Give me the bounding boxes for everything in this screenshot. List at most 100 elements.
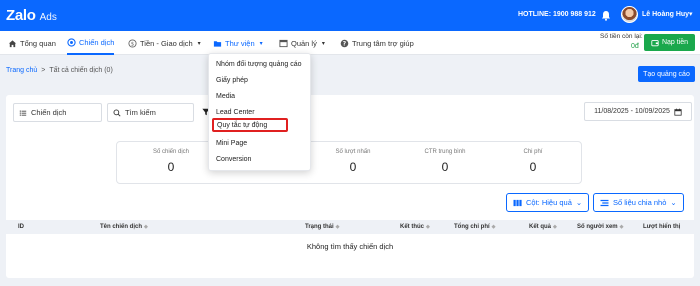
logo-sub-text: Ads bbox=[39, 12, 57, 23]
home-icon bbox=[8, 39, 17, 47]
empty-state-text: Không tìm thấy chiến dịch bbox=[306, 242, 394, 251]
column-header-status[interactable]: Trạng thái ◆ bbox=[305, 224, 340, 230]
manage-icon bbox=[279, 39, 288, 47]
breadcrumb-home[interactable]: Trang chủ bbox=[6, 67, 37, 74]
money-icon: $ bbox=[128, 38, 137, 47]
nav-item-campaigns[interactable]: Chiến dịch bbox=[67, 31, 115, 55]
date-range-picker[interactable]: 11/08/2025 - 10/09/2025 bbox=[584, 102, 692, 121]
header-label: Kết quả bbox=[529, 224, 552, 230]
menu-item-lead-center[interactable]: Lead Center bbox=[209, 105, 312, 119]
balance-label: Số tiền còn lại: bbox=[600, 33, 643, 40]
breadcrumb-separator: > bbox=[41, 67, 46, 74]
stat-label: Số lượt nhấn bbox=[335, 149, 371, 155]
header-label: Lượt hiển thị bbox=[643, 224, 681, 230]
stats-summary: Số chiến dịch 0 Số lượt nhấn 0 CTR trung… bbox=[116, 141, 582, 184]
chevron-down-icon: ⌄ bbox=[575, 198, 583, 207]
nav-item-label: Quản lý bbox=[291, 38, 317, 48]
header-label: Số người xem bbox=[577, 224, 618, 230]
nav-item-manage[interactable]: Quản lý ▾ bbox=[279, 31, 325, 55]
stat-value: 0 bbox=[349, 160, 357, 174]
sort-icon: ◆ bbox=[144, 224, 148, 230]
stat-ctr: CTR trung bình 0 bbox=[399, 142, 491, 174]
column-header-end[interactable]: Kết thúc ◆ bbox=[400, 224, 430, 230]
header-label: Trạng thái bbox=[305, 224, 334, 230]
breakdown-label: Số liệu chia nhỏ bbox=[613, 198, 667, 207]
nav-item-label: Trung tâm trợ giúp bbox=[352, 38, 414, 48]
sort-icon: ◆ bbox=[553, 224, 557, 230]
chevron-down-icon: ▾ bbox=[259, 40, 263, 47]
help-icon: ? bbox=[340, 39, 349, 47]
breadcrumb-current: Tất cả chiến dịch (0) bbox=[49, 67, 113, 74]
calendar-icon bbox=[674, 108, 682, 116]
nav-item-library[interactable]: Thư viện ▾ bbox=[213, 31, 263, 55]
header-label: Kết thúc bbox=[400, 224, 424, 230]
zalo-ads-logo[interactable]: Zalo Ads bbox=[6, 7, 57, 24]
campaign-level-select[interactable]: Chiến dịch bbox=[13, 103, 102, 122]
campaign-card: Chiến dịch Tìm kiếm 11/08/2025 - 10/09/2… bbox=[6, 95, 694, 278]
table-header: ID Tên chiến dịch ◆ Trạng thái ◆ Kết thúc ◆… bbox=[6, 220, 694, 234]
stat-cost: Chi phí 0 bbox=[487, 142, 579, 174]
column-header-total-cost[interactable]: Tổng chi phí ◆ bbox=[454, 224, 496, 230]
chevron-down-icon[interactable]: ▾ bbox=[689, 10, 693, 18]
list-icon bbox=[19, 110, 27, 116]
column-header-id[interactable]: ID bbox=[18, 224, 24, 230]
column-header-viewers[interactable]: Số người xem ◆ bbox=[577, 224, 623, 230]
sort-icon: ◆ bbox=[335, 224, 340, 230]
bell-icon[interactable] bbox=[601, 10, 611, 21]
library-dropdown-menu: Nhóm đối tượng quảng cáo Giấy phép Media… bbox=[208, 53, 311, 171]
header-label: ID bbox=[18, 224, 24, 230]
menu-item-conversion[interactable]: Conversion bbox=[209, 152, 312, 166]
stat-value: 0 bbox=[167, 160, 175, 174]
chevron-down-icon: ⌄ bbox=[670, 198, 677, 207]
sort-icon: ◆ bbox=[426, 224, 430, 230]
stat-label: Chi phí bbox=[523, 149, 543, 155]
column-header-name[interactable]: Tên chiến dịch ◆ bbox=[100, 224, 148, 230]
columns-select-button[interactable]: Cột: Hiệu quả ⌄ bbox=[506, 193, 590, 212]
sort-icon: ◆ bbox=[619, 224, 624, 230]
search-input[interactable]: Tìm kiếm bbox=[107, 103, 194, 122]
search-icon bbox=[113, 109, 121, 117]
sort-icon: ◆ bbox=[491, 224, 496, 230]
menu-item-mini-page[interactable]: Mini Page bbox=[209, 136, 312, 150]
username[interactable]: Lê Hoàng Huy bbox=[642, 11, 689, 18]
topup-button[interactable]: Nạp tiền bbox=[644, 34, 695, 51]
wallet-icon bbox=[651, 39, 659, 46]
search-placeholder: Tìm kiếm bbox=[125, 108, 156, 117]
columns-label: Cột: Hiệu quả bbox=[526, 198, 572, 207]
stat-label: CTR trung bình bbox=[424, 149, 466, 155]
nav-item-money[interactable]: $ Tiền - Giao dịch ▾ bbox=[128, 31, 201, 55]
menu-item-media[interactable]: Media bbox=[209, 89, 312, 103]
stat-campaign-count: Số chiến dịch 0 bbox=[125, 142, 217, 174]
breakdown-icon bbox=[600, 199, 609, 206]
breadcrumb: Trang chủ > Tất cả chiến dịch (0) bbox=[6, 67, 113, 74]
menu-item-audience[interactable]: Nhóm đối tượng quảng cáo bbox=[209, 57, 312, 71]
header-label: Tổng chi phí bbox=[454, 224, 490, 230]
nav-item-label: Tổng quan bbox=[20, 38, 56, 48]
svg-text:$: $ bbox=[131, 41, 134, 47]
column-header-result[interactable]: Kết quả ◆ bbox=[529, 224, 557, 230]
nav-item-label: Thư viện bbox=[225, 38, 255, 48]
column-header-impressions[interactable]: Lượt hiển thị bbox=[643, 224, 680, 230]
nav-item-overview[interactable]: Tổng quan bbox=[8, 31, 56, 55]
stat-label: Số chiến dịch bbox=[152, 149, 190, 155]
balance-value: 0đ bbox=[631, 43, 639, 50]
menu-item-license[interactable]: Giấy phép bbox=[209, 73, 312, 87]
chevron-down-icon: ▾ bbox=[321, 40, 325, 47]
stat-value: 0 bbox=[441, 160, 449, 174]
stat-value: 0 bbox=[529, 160, 537, 174]
date-range-value: 11/08/2025 - 10/09/2025 bbox=[594, 108, 670, 115]
create-ad-button[interactable]: Tạo quảng cáo bbox=[638, 66, 695, 82]
nav-item-help[interactable]: ? Trung tâm trợ giúp bbox=[340, 31, 414, 55]
campaign-level-label: Chiến dịch bbox=[31, 108, 67, 117]
hotline-text: HOTLINE: 1900 988 912 bbox=[518, 11, 596, 18]
nav-item-label: Tiền - Giao dịch bbox=[140, 38, 193, 48]
breakdown-select-button[interactable]: Số liệu chia nhỏ ⌄ bbox=[593, 193, 684, 212]
avatar[interactable] bbox=[621, 6, 638, 23]
menu-item-automated-rules[interactable]: Quy tắc tự động bbox=[212, 118, 288, 132]
nav-item-label: Chiến dịch bbox=[79, 37, 115, 47]
chevron-down-icon: ▾ bbox=[197, 40, 201, 47]
columns-icon bbox=[513, 199, 522, 206]
folder-icon bbox=[213, 40, 222, 47]
topup-label: Nạp tiền bbox=[661, 39, 689, 46]
logo-main-text: Zalo bbox=[6, 7, 36, 24]
